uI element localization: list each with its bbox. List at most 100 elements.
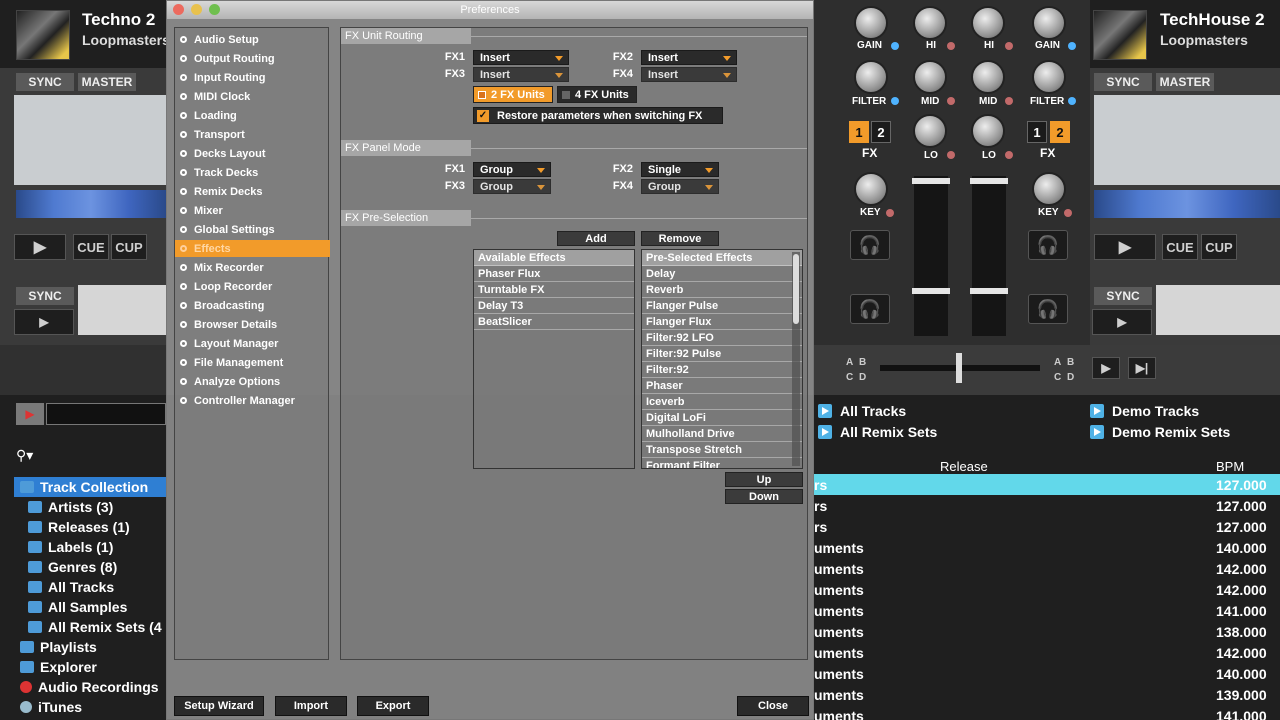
left-play-button[interactable]: ▶ <box>14 234 66 260</box>
gain-knob-right[interactable] <box>1032 6 1066 40</box>
fx2-assign-right[interactable]: 2 <box>1050 121 1070 143</box>
four-fx-units-toggle[interactable]: 4 FX Units <box>557 86 637 103</box>
nav-track-decks[interactable]: Track Decks <box>175 164 330 181</box>
track-row[interactable]: uments 140.000 <box>814 663 1280 684</box>
volume-fader-right-cap-2[interactable] <box>970 288 1008 294</box>
zoom-window-icon[interactable] <box>209 4 220 15</box>
list-item[interactable]: Phaser <box>642 378 802 394</box>
list-item[interactable]: Flanger Pulse <box>642 298 802 314</box>
volume-fader-right[interactable] <box>972 176 1006 336</box>
right-cup-button[interactable]: CUP <box>1201 234 1237 260</box>
tree-item-itunes[interactable]: iTunes <box>20 697 82 717</box>
nav-decks-layout[interactable]: Decks Layout <box>175 145 330 162</box>
fx4-routing-select[interactable]: Insert <box>641 67 737 82</box>
track-row[interactable]: uments 142.000 <box>814 642 1280 663</box>
nav-file-management[interactable]: File Management <box>175 354 330 371</box>
pre-selected-scroll-thumb[interactable] <box>793 254 799 324</box>
nav-loading[interactable]: Loading <box>175 107 330 124</box>
fx4-panel-select[interactable]: Group <box>641 179 719 194</box>
setup-wizard-button[interactable]: Setup Wizard <box>174 696 264 716</box>
nav-midi-clock[interactable]: MIDI Clock <box>175 88 330 105</box>
tree-item-genres[interactable]: Genres (8) <box>28 557 117 577</box>
track-row[interactable]: uments 141.000 <box>814 600 1280 621</box>
track-row[interactable]: rs 127.000 <box>814 516 1280 537</box>
track-row[interactable]: uments 139.000 <box>814 684 1280 705</box>
right-master-button[interactable]: MASTER <box>1156 73 1214 91</box>
list-item[interactable]: Filter:92 LFO <box>642 330 802 346</box>
cd-left-c[interactable]: C <box>846 372 853 383</box>
left-cue-button[interactable]: CUE <box>73 234 109 260</box>
ab-left-a[interactable]: A <box>846 357 853 368</box>
tree-item-explorer[interactable]: Explorer <box>20 657 97 677</box>
nav-controller-manager[interactable]: Controller Manager <box>175 392 330 409</box>
ab-left-b[interactable]: B <box>859 357 866 368</box>
nav-transport[interactable]: Transport <box>175 126 330 143</box>
nav-effects[interactable]: Effects <box>175 240 330 257</box>
nav-output-routing[interactable]: Output Routing <box>175 50 330 67</box>
fx2-panel-select[interactable]: Single <box>641 162 719 177</box>
fx2-assign-left[interactable]: 2 <box>871 121 891 143</box>
left-master-button[interactable]: MASTER <box>78 73 136 91</box>
fx3-panel-select[interactable]: Group <box>473 179 551 194</box>
list-item[interactable]: Filter:92 <box>642 362 802 378</box>
fx1-assign-left[interactable]: 1 <box>849 121 869 143</box>
key-knob-right[interactable] <box>1032 172 1066 206</box>
track-row[interactable]: uments 142.000 <box>814 558 1280 579</box>
restore-parameters-checkbox[interactable]: ✓ Restore parameters when switching FX <box>473 107 723 124</box>
ab-right-a[interactable]: A <box>1054 357 1061 368</box>
transport-next-button[interactable]: ▶| <box>1128 357 1156 379</box>
track-row[interactable]: rs 127.000 <box>814 495 1280 516</box>
favorite-all-remix-sets[interactable]: All Remix Sets <box>818 424 937 440</box>
list-item[interactable]: Filter:92 Pulse <box>642 346 802 362</box>
nav-mix-recorder[interactable]: Mix Recorder <box>175 259 330 276</box>
ab-right-b[interactable]: B <box>1067 357 1074 368</box>
nav-mixer[interactable]: Mixer <box>175 202 330 219</box>
lo-knob-left[interactable] <box>913 114 947 148</box>
nav-input-routing[interactable]: Input Routing <box>175 69 330 86</box>
list-item[interactable]: Transpose Stretch <box>642 442 802 458</box>
column-header-release[interactable]: Release <box>940 459 988 474</box>
nav-browser-details[interactable]: Browser Details <box>175 316 330 333</box>
cue-headphone-left[interactable]: 🎧 <box>850 230 890 260</box>
list-item[interactable]: Iceverb <box>642 394 802 410</box>
track-row[interactable]: uments 142.000 <box>814 579 1280 600</box>
list-item[interactable]: Mulholland Drive <box>642 426 802 442</box>
nav-broadcasting[interactable]: Broadcasting <box>175 297 330 314</box>
tree-item-all-samples[interactable]: All Samples <box>28 597 127 617</box>
hi-knob-right[interactable] <box>971 6 1005 40</box>
track-row[interactable]: uments 138.000 <box>814 621 1280 642</box>
tree-item-releases[interactable]: Releases (1) <box>28 517 130 537</box>
cue-headphone-right-2[interactable]: 🎧 <box>1028 294 1068 324</box>
nav-analyze-options[interactable]: Analyze Options <box>175 373 330 390</box>
right-cue-button[interactable]: CUE <box>1162 234 1198 260</box>
move-up-button[interactable]: Up <box>725 472 803 487</box>
cd-left-d[interactable]: D <box>859 372 866 383</box>
import-button[interactable]: Import <box>275 696 347 716</box>
volume-fader-left[interactable] <box>914 176 948 336</box>
left-sync-button[interactable]: SYNC <box>16 73 74 91</box>
nav-audio-setup[interactable]: Audio Setup <box>175 31 330 48</box>
cd-right-d[interactable]: D <box>1067 372 1074 383</box>
lo-knob-right[interactable] <box>971 114 1005 148</box>
list-item[interactable]: Delay T3 <box>474 298 634 314</box>
nav-global-settings[interactable]: Global Settings <box>175 221 330 238</box>
tree-item-artists[interactable]: Artists (3) <box>28 497 113 517</box>
mid-knob-right[interactable] <box>971 60 1005 94</box>
volume-fader-left-cap[interactable] <box>912 178 950 184</box>
pre-selected-effects-list[interactable]: Pre-Selected Effects Delay Reverb Flange… <box>641 249 803 469</box>
filter-knob-right[interactable] <box>1032 60 1066 94</box>
fx3-routing-select[interactable]: Insert <box>473 67 569 82</box>
list-item[interactable]: Turntable FX <box>474 282 634 298</box>
close-window-icon[interactable] <box>173 4 184 15</box>
right-sync2-button[interactable]: SYNC <box>1094 287 1152 305</box>
close-button[interactable]: Close <box>737 696 809 716</box>
left-play2-button[interactable]: ▶ <box>14 309 74 335</box>
minimize-window-icon[interactable] <box>191 4 202 15</box>
right-sync-button[interactable]: SYNC <box>1094 73 1152 91</box>
move-down-button[interactable]: Down <box>725 489 803 504</box>
fx1-routing-select[interactable]: Insert <box>473 50 569 65</box>
crossfader-cap[interactable] <box>956 353 962 383</box>
list-item[interactable]: Formant Filter <box>642 458 802 468</box>
filter-knob-left[interactable] <box>854 60 888 94</box>
right-play-button[interactable]: ▶ <box>1094 234 1156 260</box>
